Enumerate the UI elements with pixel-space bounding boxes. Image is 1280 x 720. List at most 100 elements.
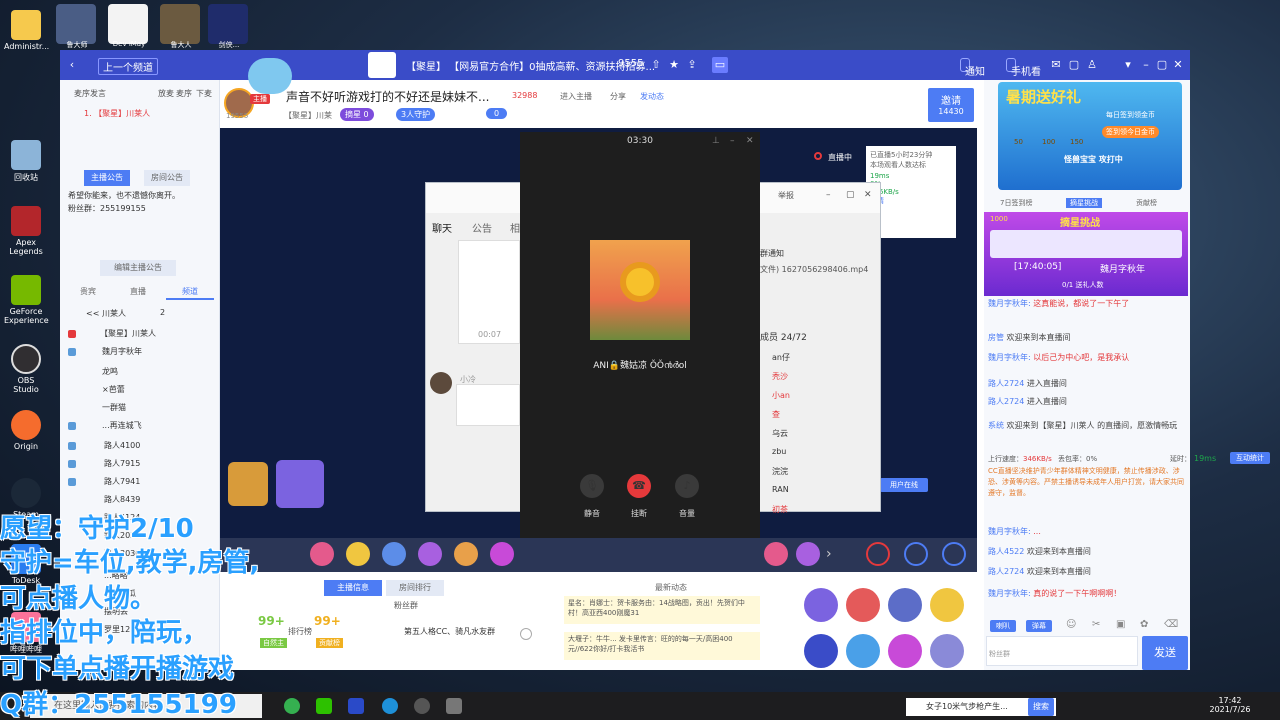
edge-icon[interactable] <box>382 698 398 714</box>
mic-order-button[interactable]: 麦序 <box>176 88 192 99</box>
mute-button[interactable]: 🎙 <box>580 474 604 498</box>
minimize-icon[interactable]: – <box>1138 57 1154 73</box>
member-row[interactable]: 路人7915 <box>104 458 140 469</box>
recharge-icon[interactable] <box>866 542 890 566</box>
first-mic-user[interactable]: 1. 【聚星】川莱人 <box>84 108 150 119</box>
tab-vip[interactable]: 贵宾 <box>66 284 110 300</box>
mail-icon[interactable]: ✉ <box>1048 57 1064 73</box>
gift-icon[interactable] <box>490 542 514 566</box>
activity-icon[interactable] <box>846 634 880 668</box>
app-icon[interactable] <box>348 698 364 714</box>
clock[interactable]: 17:42 2021/7/26 <box>1200 696 1260 714</box>
member-row[interactable]: ...再连城飞 <box>102 420 142 431</box>
share-icon[interactable]: ⇪ <box>684 57 700 73</box>
star-icon[interactable]: ★ <box>666 57 682 73</box>
tab-7day-checkin[interactable]: 7日签到榜 <box>1000 198 1032 208</box>
maximize-icon[interactable]: ▢ <box>1154 57 1170 73</box>
task-reward-icon[interactable] <box>276 460 324 508</box>
lottery-icon[interactable] <box>846 588 880 622</box>
enter-streamer-link[interactable]: 进入主播 <box>560 91 592 102</box>
fans-group-label[interactable]: 粉丝群 <box>394 600 418 611</box>
more-icon[interactable] <box>930 634 964 668</box>
back-arrow-icon[interactable]: ‹ <box>64 57 80 73</box>
bag-icon[interactable]: ▢ <box>1066 57 1082 73</box>
desktop-icon-recycle-bin[interactable]: 回收站 <box>4 140 48 183</box>
tab-contribution[interactable]: 贡献榜 <box>1136 198 1157 208</box>
member-row[interactable]: 路人8439 <box>104 494 140 505</box>
pin-icon[interactable]: ⇧ <box>648 57 664 73</box>
gift-icon[interactable] <box>382 542 406 566</box>
tab-channel[interactable]: 频道 <box>166 284 214 300</box>
guard-badge[interactable]: 3人守护 <box>396 108 436 121</box>
leave-mic-button[interactable]: 下麦 <box>196 88 212 99</box>
scissors-icon[interactable]: ✂ <box>1092 619 1100 630</box>
speaker-button[interactable]: 喇叭 <box>990 620 1016 632</box>
desktop-icon-obs[interactable]: OBS Studio <box>4 344 48 394</box>
obs-taskbar-icon[interactable] <box>414 698 430 714</box>
desktop-icon-geforce[interactable]: GeForce Experience <box>4 275 49 325</box>
gift-icon[interactable] <box>418 542 442 566</box>
member-row[interactable]: ×芭蕾 <box>102 384 125 395</box>
desktop-icon-document[interactable] <box>108 4 148 44</box>
room-festival-icon[interactable] <box>888 634 922 668</box>
previous-channel-button[interactable]: 上一个频道 <box>98 58 158 75</box>
settings-icon[interactable] <box>520 628 532 640</box>
gift-small-icon[interactable]: ✿ <box>1140 619 1148 630</box>
barrage-button[interactable]: 弹幕 <box>1026 620 1052 632</box>
notify-button[interactable]: 通知 <box>960 58 985 78</box>
news-item[interactable]: 大堰子：牛牛... 发卡里传言：旺的的每一天/高困400元//622你好/打卡我… <box>564 632 760 660</box>
send-button[interactable]: 发送 <box>1142 636 1188 670</box>
tab-room-notice[interactable]: 房间公告 <box>144 170 190 186</box>
like-badge[interactable]: 0 <box>486 108 508 119</box>
volume-button[interactable]: ♪ <box>675 474 699 498</box>
tab-star-challenge[interactable]: 摘星挑战 <box>1066 198 1102 208</box>
channel-name[interactable]: << 川莱人 <box>86 308 126 319</box>
wechat-icon[interactable] <box>316 698 332 714</box>
tab-room-rank[interactable]: 房间排行 <box>386 580 444 596</box>
desktop-icon-origin[interactable]: Origin <box>4 410 48 451</box>
desktop-icon-ludaren[interactable] <box>160 4 200 44</box>
rank-label[interactable]: 排行榜 <box>288 626 312 637</box>
phone-view-button[interactable]: 手机看 <box>1006 58 1041 78</box>
call-minimize-icon[interactable]: – <box>730 136 735 146</box>
clear-icon[interactable]: ⌫ <box>1164 619 1178 630</box>
game-taskbar-icon[interactable] <box>446 698 462 714</box>
tab-streamer-info[interactable]: 主播信息 <box>324 580 382 596</box>
desktop-icon-game[interactable] <box>208 4 248 44</box>
browser-icon[interactable] <box>284 698 300 714</box>
guard-rank-icon[interactable] <box>804 634 838 668</box>
gift-icon[interactable] <box>764 542 788 566</box>
member-row[interactable]: 一群猫 <box>102 402 126 413</box>
call-close-icon[interactable]: ✕ <box>746 136 754 146</box>
gift-icon[interactable] <box>796 542 820 566</box>
hangup-button[interactable]: ☎ <box>627 474 651 498</box>
star-badge[interactable]: 摘星 0 <box>340 108 374 121</box>
tab-streamer-notice[interactable]: 主播公告 <box>84 170 130 186</box>
tab-latest-news[interactable]: 最新动态 <box>640 580 702 596</box>
tab-live[interactable]: 直播 <box>116 284 160 300</box>
gift-icon[interactable] <box>454 542 478 566</box>
share-link[interactable]: 分享 <box>610 91 626 102</box>
post-update-link[interactable]: 发动态 <box>640 91 664 102</box>
image-icon[interactable]: ▣ <box>1116 619 1125 630</box>
star-challenge-panel[interactable]: 1000 摘星挑战 [17:40:05] 魏月字秋年 0/1 送礼人数 <box>984 212 1188 296</box>
close-icon[interactable]: ✕ <box>1170 57 1186 73</box>
desktop-icon-ludashi[interactable] <box>56 4 96 44</box>
summer-event-banner[interactable]: 暑期送好礼 每日签到领金币 签到领今日金币 50 100 150 怪兽宝宝 攻打… <box>998 82 1182 190</box>
member-row[interactable]: 龙鸣 <box>102 366 118 377</box>
online-users-button[interactable]: 用户在线 <box>880 478 928 492</box>
gift-icon[interactable] <box>346 542 370 566</box>
desktop-icon-admin[interactable]: Administr... <box>4 10 49 51</box>
shirt-icon[interactable]: ♙ <box>1084 57 1100 73</box>
backpack-icon[interactable] <box>904 542 928 566</box>
screen-icon[interactable]: ▭ <box>712 57 728 73</box>
desktop-icon-apex[interactable]: Apex Legends <box>4 206 48 256</box>
shop-icon[interactable] <box>942 542 966 566</box>
dropdown-icon[interactable]: ▾ <box>1120 57 1136 73</box>
interaction-stats-button[interactable]: 互动统计 <box>1230 452 1270 464</box>
release-mic-button[interactable]: 放麦 <box>158 88 174 99</box>
member-row[interactable]: 【聚星】川莱人 <box>100 328 156 339</box>
treasure-chest-icon[interactable] <box>228 462 268 506</box>
member-row[interactable]: 路人4100 <box>104 440 140 451</box>
call-pin-icon[interactable]: ⊥ <box>712 136 720 146</box>
